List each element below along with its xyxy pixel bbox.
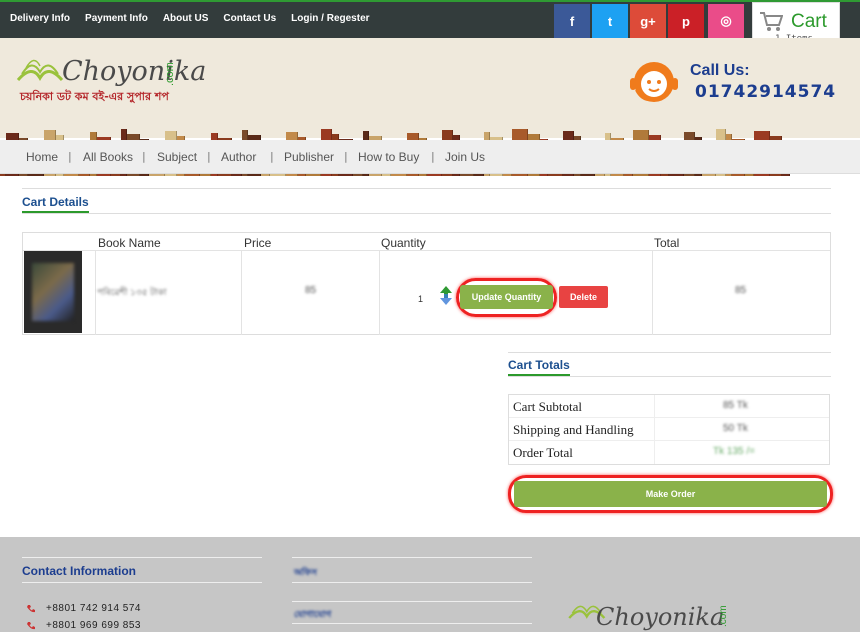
shipping-value: 50 Tk xyxy=(723,423,748,434)
open-book-logo-icon xyxy=(16,59,64,82)
nav-how-to-buy[interactable]: How to Buy xyxy=(358,150,419,164)
col-book-name: Book Name xyxy=(98,236,161,250)
phone-icon xyxy=(27,605,35,613)
footer-logo-text: Choyonika xyxy=(596,603,725,631)
logo-text: Choyonika xyxy=(62,56,207,87)
payment-info-link[interactable]: Payment Info xyxy=(85,13,148,24)
subtotal-row: Cart Subtotal 85 Tk xyxy=(509,395,829,418)
col-quantity: Quantity xyxy=(381,236,426,250)
subtotal-value: 85 Tk xyxy=(723,400,748,411)
update-quantity-button[interactable]: Update Quantity xyxy=(460,285,553,309)
login-register-link[interactable]: Login / Regester xyxy=(291,13,369,24)
quantity-value[interactable]: 1 xyxy=(418,294,423,304)
cart-table: Book Name Price Quantity Total পৰিৱেশী ১… xyxy=(22,232,831,335)
site-footer: Contact Information +8801 742 914 574 +8… xyxy=(0,537,860,632)
cart-totals-title: Cart Totals xyxy=(508,358,570,376)
top-bar: Delivery Info Payment Info About US Cont… xyxy=(0,0,860,38)
footer-phone-1[interactable]: +8801 742 914 574 xyxy=(46,603,141,614)
footer-phone-2[interactable]: +8801 969 699 853 xyxy=(46,620,141,631)
top-nav: Delivery Info Payment Info About US Cont… xyxy=(10,13,385,24)
nav-author[interactable]: Author xyxy=(221,150,256,164)
contact-us-link[interactable]: Contact Us xyxy=(223,13,276,24)
refresh-arrows-icon[interactable] xyxy=(437,284,455,306)
footer-logo-domain: .com xyxy=(718,605,729,627)
subtotal-label: Cart Subtotal xyxy=(513,399,582,414)
cart-label: Cart xyxy=(791,11,827,32)
cart-totals-table: Cart Subtotal 85 Tk Shipping and Handlin… xyxy=(508,394,830,465)
googleplus-icon[interactable]: g+ xyxy=(630,4,666,38)
delivery-info-link[interactable]: Delivery Info xyxy=(10,13,70,24)
delete-button[interactable]: Delete xyxy=(559,286,608,308)
facebook-icon[interactable]: f xyxy=(554,4,590,38)
book-thumbnail[interactable] xyxy=(24,251,82,333)
footer-col2-link[interactable]: যোগাযোগ xyxy=(294,607,331,622)
twitter-icon[interactable]: t xyxy=(592,4,628,38)
nav-join-us[interactable]: Join Us xyxy=(445,150,485,164)
nav-publisher[interactable]: Publisher xyxy=(284,150,334,164)
support-agent-icon xyxy=(630,62,678,102)
shopping-cart-icon xyxy=(760,12,783,31)
call-us-label: Call Us: xyxy=(690,62,750,79)
phone-icon xyxy=(27,622,35,630)
nav-all-books[interactable]: All Books xyxy=(83,150,133,164)
about-us-link[interactable]: About US xyxy=(163,13,209,24)
order-total-row: Order Total Tk 135 /= xyxy=(509,441,829,464)
shipping-label: Shipping and Handling xyxy=(513,422,634,437)
logo-tagline: চয়নিকা ডট কম বই-এর সুপার শপ xyxy=(20,90,169,103)
nav-subject[interactable]: Subject xyxy=(157,150,197,164)
col-price: Price xyxy=(244,236,272,250)
shipping-row: Shipping and Handling 50 Tk xyxy=(509,418,829,441)
pinterest-icon[interactable]: p xyxy=(668,4,704,38)
dribbble-icon[interactable]: ◎ xyxy=(708,4,744,38)
nav-home[interactable]: Home xyxy=(26,150,58,164)
col-total: Total xyxy=(654,236,680,250)
price-cell: 85 xyxy=(305,285,317,296)
logo-domain: .com xyxy=(164,62,176,86)
main-nav: Home | All Books | Subject | Author | Pu… xyxy=(0,140,860,174)
book-name-cell[interactable]: পৰিৱেশী ১৩৫ টাকা xyxy=(97,285,167,300)
total-cell: 85 xyxy=(735,285,747,296)
order-total-label: Order Total xyxy=(513,445,573,460)
footer-col2-heading[interactable]: অফিস xyxy=(294,565,317,580)
order-total-value: Tk 135 /= xyxy=(713,446,755,457)
contact-info-title: Contact Information xyxy=(22,564,136,578)
header-phone-number[interactable]: 01742914574 xyxy=(695,82,836,102)
cart-details-title: Cart Details xyxy=(22,195,89,213)
make-order-button[interactable]: Make Order xyxy=(514,481,827,507)
